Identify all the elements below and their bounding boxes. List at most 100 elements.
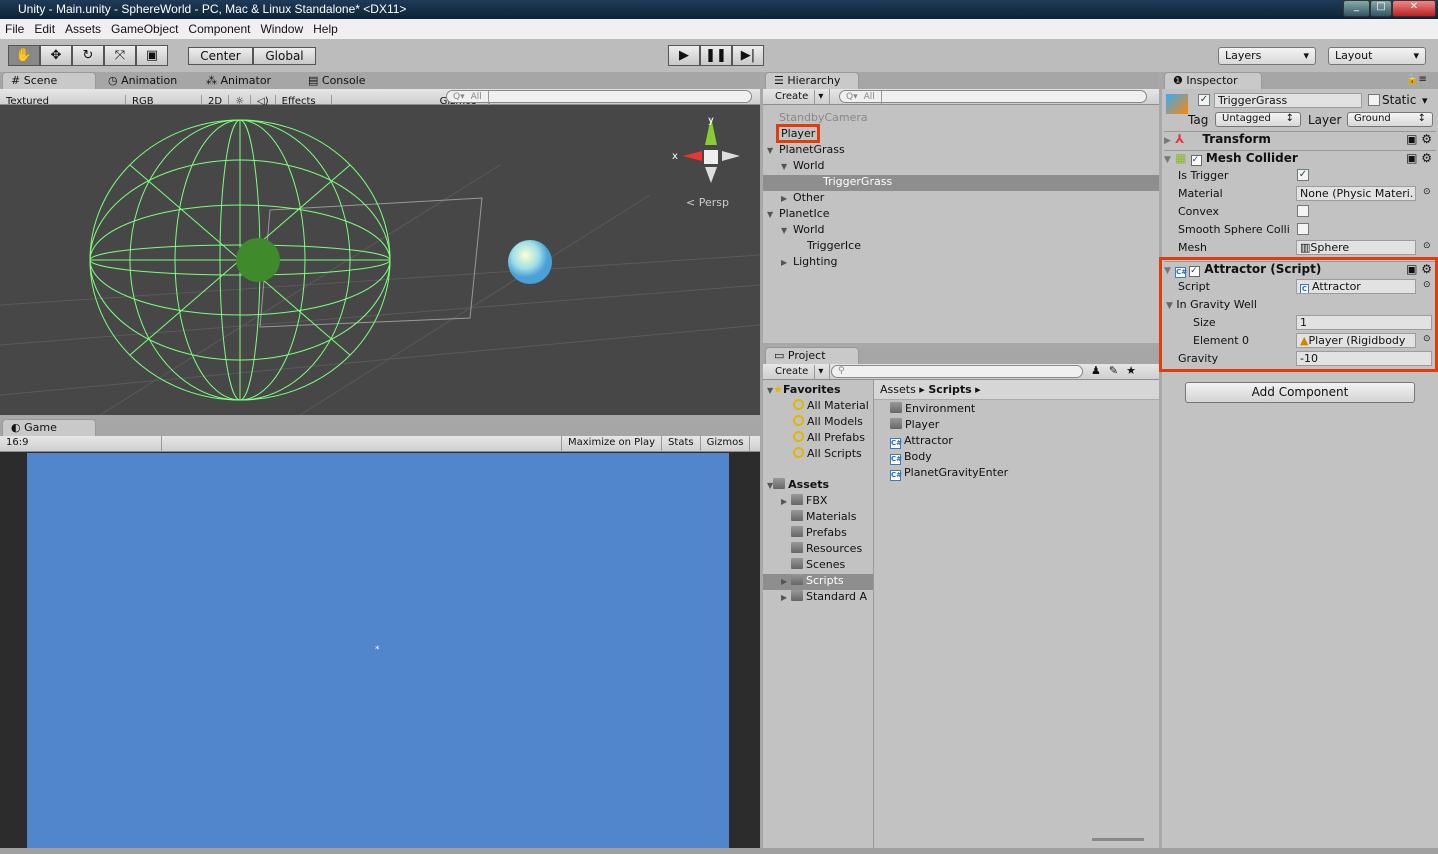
foldout-arrow-icon[interactable]: ▶ bbox=[781, 194, 793, 203]
hierarchy-item[interactable]: TriggerGrass bbox=[763, 175, 1159, 191]
asset-folder-item[interactable]: Materials bbox=[763, 510, 873, 526]
hierarchy-item[interactable]: ▶ Lighting bbox=[763, 255, 1159, 271]
layer-dropdown[interactable]: Ground ↕ bbox=[1347, 112, 1433, 127]
foldout-arrow-icon[interactable]: ▼ bbox=[767, 210, 779, 219]
asset-folder-item[interactable]: ▶ Scripts bbox=[763, 574, 873, 590]
rotate-tool-icon[interactable]: ↻ bbox=[72, 45, 104, 66]
global-space-button[interactable]: Global bbox=[253, 47, 316, 65]
hierarchy-item[interactable]: ▼ PlanetIce bbox=[763, 207, 1159, 223]
menu-help[interactable]: Help bbox=[308, 19, 343, 39]
stats-toggle[interactable]: Stats bbox=[662, 436, 701, 451]
foldout-arrow-icon[interactable]: ▼ bbox=[767, 146, 779, 155]
static-checkbox[interactable] bbox=[1368, 94, 1380, 106]
smooth-sphere-checkbox[interactable] bbox=[1297, 223, 1309, 235]
foldout-arrow-icon[interactable]: ▼ bbox=[781, 226, 793, 235]
hierarchy-item[interactable]: ▼ PlanetGrass bbox=[763, 143, 1159, 159]
project-file-item[interactable]: C# PlanetGravityEnter bbox=[890, 466, 1008, 482]
project-file-item[interactable]: C# Attractor bbox=[890, 434, 953, 450]
project-file-item[interactable]: C# Body bbox=[890, 450, 932, 466]
filter-icons[interactable]: ♟✎★ bbox=[1091, 364, 1144, 377]
scene-viewport[interactable]: y x < Persp bbox=[0, 105, 760, 415]
layers-dropdown[interactable]: Layers ▾ bbox=[1218, 47, 1316, 65]
tab-console[interactable]: ▤ Console bbox=[300, 73, 374, 90]
object-picker-icon[interactable]: ⊙ bbox=[1423, 187, 1431, 197]
tab-game[interactable]: ◐ Game bbox=[2, 419, 96, 436]
pause-button[interactable]: ❚❚ bbox=[700, 45, 732, 66]
favorite-item[interactable]: All Models bbox=[763, 415, 873, 431]
asset-folder-item[interactable]: Resources bbox=[763, 542, 873, 558]
mesh-field[interactable]: ▥Sphere bbox=[1296, 240, 1416, 255]
settings-gear-icon[interactable]: ▣ ⚙ bbox=[1406, 151, 1432, 165]
tab-inspector[interactable]: ❶ Inspector bbox=[1164, 72, 1262, 89]
lock-icon[interactable]: 🔒≡ bbox=[1406, 74, 1427, 85]
asset-folder-item[interactable]: Prefabs bbox=[763, 526, 873, 542]
menu-component[interactable]: Component bbox=[183, 19, 255, 39]
static-dropdown[interactable]: ▾ bbox=[1422, 94, 1428, 107]
move-tool-icon[interactable]: ✥ bbox=[40, 45, 72, 66]
asset-folder-item[interactable]: ▶ Standard A bbox=[763, 590, 873, 606]
hierarchy-item[interactable]: TriggerIce bbox=[763, 239, 1159, 255]
project-file-item[interactable]: Environment bbox=[890, 402, 975, 418]
assets-header[interactable]: ▼ Assets bbox=[763, 478, 873, 494]
mesh-collider-component[interactable]: ▼ ▦ ✓ Mesh Collider ▣ ⚙ bbox=[1164, 150, 1436, 168]
maximize-on-play-toggle[interactable]: Maximize on Play bbox=[561, 436, 663, 451]
hierarchy-item[interactable]: ▶ Other bbox=[763, 191, 1159, 207]
favorite-item[interactable]: All Prefabs bbox=[763, 431, 873, 447]
icon-size-slider[interactable] bbox=[1092, 838, 1144, 841]
foldout-arrow-icon[interactable]: ▶ bbox=[781, 258, 793, 267]
object-name-field[interactable]: TriggerGrass bbox=[1214, 93, 1362, 108]
close-button[interactable]: ✕ bbox=[1392, 0, 1436, 17]
minimize-button[interactable]: _ bbox=[1343, 0, 1370, 17]
menu-edit[interactable]: Edit bbox=[29, 19, 60, 39]
play-button[interactable]: ▶ bbox=[668, 45, 700, 66]
hierarchy-item[interactable]: ▼ World bbox=[763, 159, 1159, 175]
favorite-item[interactable]: All Material bbox=[763, 399, 873, 415]
breadcrumb-assets[interactable]: Assets bbox=[880, 383, 916, 396]
layout-dropdown[interactable]: Layout ▾ bbox=[1328, 47, 1426, 65]
favorite-item[interactable]: All Scripts bbox=[763, 447, 873, 463]
active-checkbox[interactable]: ✓ bbox=[1198, 94, 1210, 106]
hand-tool-icon[interactable]: ✋ bbox=[8, 45, 40, 66]
favorites-header[interactable]: ▼★Favorites bbox=[763, 383, 873, 399]
hierarchy-create-button[interactable]: Create ▾ bbox=[763, 89, 831, 105]
menu-assets[interactable]: Assets bbox=[60, 19, 106, 39]
hierarchy-item[interactable]: ▼ World bbox=[763, 223, 1159, 239]
tab-scene[interactable]: # Scene bbox=[2, 72, 96, 89]
tab-hierarchy[interactable]: ☰ Hierarchy bbox=[765, 72, 859, 89]
asset-folder-item[interactable]: Scenes bbox=[763, 558, 873, 574]
scene-search-input[interactable]: Q▾ All bbox=[446, 90, 752, 106]
material-field[interactable]: None (Physic Materi. bbox=[1296, 186, 1416, 201]
project-file-item[interactable]: Player bbox=[890, 418, 939, 434]
pivot-center-button[interactable]: Center bbox=[188, 47, 253, 65]
menu-window[interactable]: Window bbox=[255, 19, 308, 39]
mesh-collider-enabled-checkbox[interactable]: ✓ bbox=[1190, 155, 1202, 166]
rect-tool-icon[interactable]: ▣ bbox=[136, 45, 168, 66]
tab-project[interactable]: ▭ Project bbox=[765, 347, 859, 364]
scale-tool-icon[interactable]: ⤧ bbox=[104, 45, 136, 66]
tab-animation[interactable]: ◷ Animation bbox=[100, 73, 185, 90]
persp-label[interactable]: < Persp bbox=[686, 196, 729, 209]
asset-folder-item[interactable]: ▶ FBX bbox=[763, 494, 873, 510]
hierarchy-item[interactable]: StandbyCamera bbox=[763, 111, 1159, 127]
is-trigger-checkbox[interactable]: ✓ bbox=[1297, 169, 1309, 181]
settings-gear-icon[interactable]: ▣ ⚙ bbox=[1406, 132, 1432, 146]
tab-animator[interactable]: ⁂ Animator bbox=[198, 73, 279, 90]
aspect-dropdown[interactable]: 16:9 bbox=[0, 436, 162, 451]
object-picker-icon[interactable]: ⊙ bbox=[1423, 241, 1431, 251]
game-gizmos-dropdown[interactable]: Gizmos bbox=[701, 436, 751, 451]
foldout-arrow-icon[interactable]: ▼ bbox=[781, 162, 793, 171]
menu-file[interactable]: File bbox=[0, 19, 29, 39]
step-button[interactable]: ▶| bbox=[732, 45, 764, 66]
hierarchy-search-input[interactable]: Q▾ All bbox=[839, 90, 1147, 106]
menu-gameobject[interactable]: GameObject bbox=[106, 19, 183, 39]
add-component-button[interactable]: Add Component bbox=[1185, 382, 1415, 403]
hierarchy-item[interactable]: Player bbox=[763, 124, 1159, 143]
breadcrumb-scripts[interactable]: Scripts bbox=[928, 383, 971, 396]
project-create-button[interactable]: Create ▾ bbox=[763, 364, 831, 380]
project-search-input[interactable]: ⚲ bbox=[831, 365, 1083, 378]
transform-component[interactable]: ▶ ⅄ Transform ▣ ⚙ bbox=[1164, 131, 1436, 149]
maximize-button[interactable]: □ bbox=[1370, 0, 1392, 17]
convex-checkbox[interactable] bbox=[1297, 205, 1309, 217]
game-viewport[interactable]: * bbox=[0, 452, 760, 848]
tag-dropdown[interactable]: Untagged ↕ bbox=[1215, 112, 1301, 127]
